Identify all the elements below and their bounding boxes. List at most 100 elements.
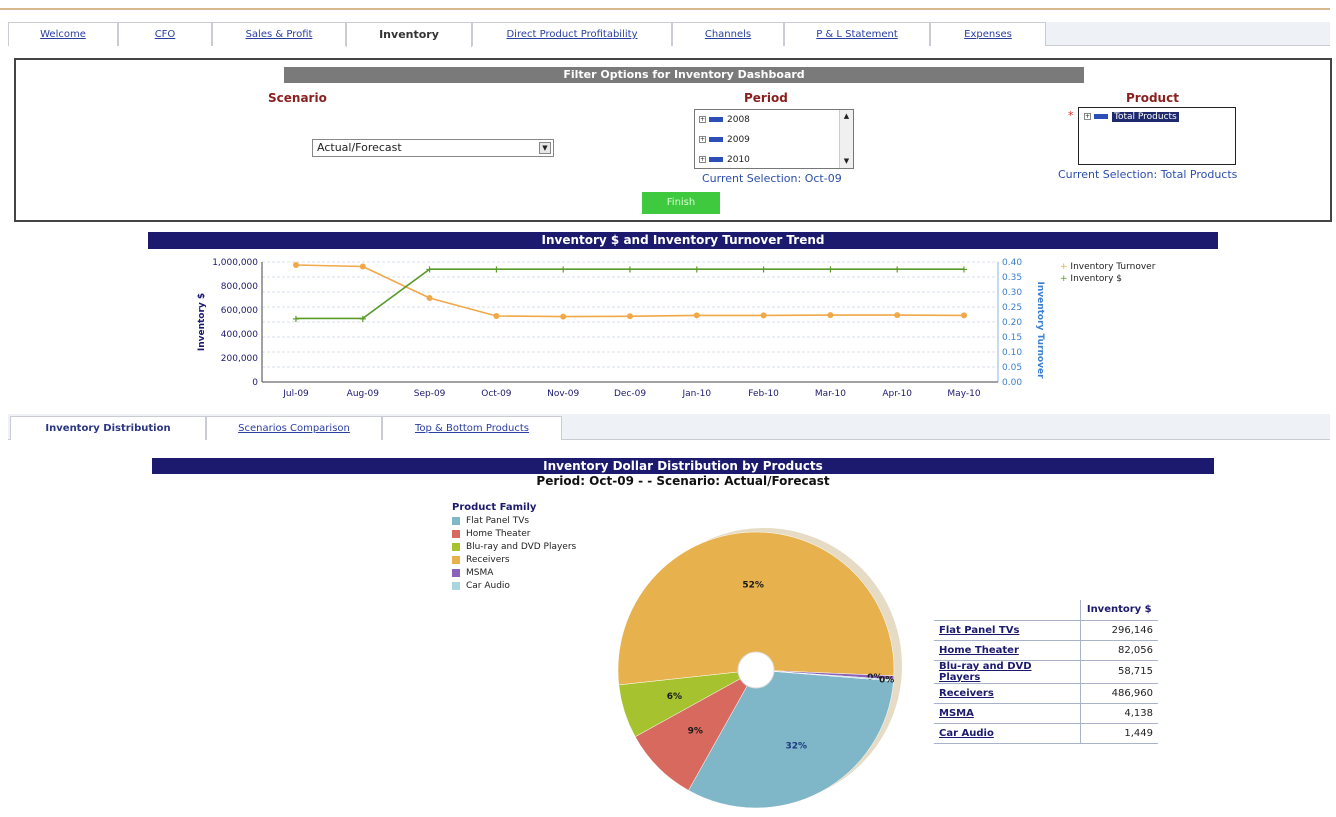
period-item-2009[interactable]: +2009: [699, 133, 750, 147]
table-row: MSMA 4,138: [934, 703, 1158, 724]
x-tick-label: Aug-09: [347, 389, 380, 399]
finish-button[interactable]: Finish: [642, 192, 720, 214]
tab-sales-profit[interactable]: Sales & Profit: [212, 22, 346, 46]
x-tick-label: May-10: [947, 389, 980, 399]
column-header-inventory: Inventory $: [1080, 600, 1158, 621]
tab-top-bottom-products[interactable]: Top & Bottom Products: [382, 416, 562, 440]
legend-swatch: [452, 568, 460, 577]
pie-label: 0%: [879, 676, 894, 686]
data-point: [426, 295, 433, 301]
row-value: 82,056: [1080, 640, 1158, 661]
y-tick-label: 0: [252, 378, 258, 388]
table-row: Flat Panel TVs 296,146: [934, 620, 1158, 641]
tab-direct-product-profitability[interactable]: Direct Product Profitability: [472, 22, 672, 46]
pie-label: 6%: [667, 692, 682, 702]
filter-panel-title: Filter Options for Inventory Dashboard: [284, 67, 1084, 83]
legend-swatch: [452, 529, 460, 538]
inventory-table: Inventory $ Flat Panel TVs 296,146 Home T…: [934, 600, 1158, 744]
period-item-2010[interactable]: +2010: [699, 153, 750, 167]
data-point: +: [559, 265, 567, 276]
row-link-car-audio[interactable]: Car Audio: [934, 723, 1081, 744]
member-icon: [1094, 114, 1108, 119]
scroll-down-icon[interactable]: ▼: [841, 156, 852, 166]
period-scrollbar[interactable]: ▲ ▼: [839, 110, 853, 168]
member-icon: [709, 157, 723, 162]
tab-welcome[interactable]: Welcome: [8, 22, 118, 46]
data-point: [827, 312, 834, 319]
scenario-select[interactable]: Actual/Forecast ▼: [312, 139, 554, 157]
legend-item: Blu-ray and DVD Players: [452, 541, 576, 554]
expand-icon[interactable]: +: [699, 116, 706, 123]
tab-cfo[interactable]: CFO: [118, 22, 212, 46]
y2-tick-label: 0.05: [1002, 363, 1022, 373]
data-point: [961, 312, 967, 319]
data-point: +: [960, 265, 968, 276]
period-listbox[interactable]: +2008 +2009 +2010 ▲ ▼: [694, 109, 854, 169]
expand-icon[interactable]: +: [1084, 113, 1091, 120]
legend-swatch: [452, 581, 460, 590]
y-tick-label: 400,000: [221, 330, 258, 340]
tab-scenarios-comparison[interactable]: Scenarios Comparison: [206, 416, 382, 440]
x-tick-label: Feb-10: [748, 389, 779, 399]
pie-legend: Product Family Flat Panel TVs Home Theat…: [452, 502, 576, 593]
product-item-total[interactable]: + Total Products: [1084, 112, 1179, 122]
product-tree[interactable]: + Total Products: [1078, 107, 1236, 165]
table-row: Receivers 486,960: [934, 683, 1158, 704]
main-tab-bar: Welcome CFO Sales & Profit Inventory Dir…: [8, 22, 1330, 47]
tab-inventory[interactable]: Inventory: [346, 22, 472, 47]
chevron-down-icon[interactable]: ▼: [539, 142, 551, 154]
expand-icon[interactable]: +: [699, 136, 706, 143]
legend-item-inventory: + Inventory $: [1060, 274, 1122, 284]
row-link-msma[interactable]: MSMA: [934, 703, 1081, 724]
table-row: Car Audio 1,449: [934, 723, 1158, 744]
y-tick-label: 600,000: [221, 306, 258, 316]
row-link-blu-ray-dvd[interactable]: Blu-ray and DVD Players: [934, 660, 1081, 684]
tab-channels[interactable]: Channels: [672, 22, 784, 46]
trend-chart: 0.00 0.05 0.10 0.15 0.20 0.25 0.30 0.35 0.40 0 200…: [197, 258, 1045, 399]
data-point: +: [359, 314, 367, 325]
pie-label: 32%: [785, 741, 807, 751]
legend-swatch: [452, 555, 460, 564]
expand-icon[interactable]: +: [699, 156, 706, 163]
distribution-subtitle: Period: Oct-09 - - Scenario: Actual/Fore…: [536, 474, 830, 488]
trend-legend: + Inventory Turnover + Inventory $: [1060, 261, 1155, 285]
data-point: [359, 263, 366, 270]
x-tick-label: Nov-09: [547, 389, 579, 399]
data-point: [894, 312, 901, 319]
data-point: +: [693, 265, 701, 276]
top-divider: [0, 8, 1330, 10]
row-link-flat-panel-tvs[interactable]: Flat Panel TVs: [934, 620, 1081, 641]
y2-tick-label: 0.30: [1002, 288, 1022, 298]
row-value: 58,715: [1080, 660, 1158, 684]
sub-tab-bar: Inventory Distribution Scenarios Compari…: [8, 414, 1330, 440]
y2-tick-label: 0.20: [1002, 318, 1022, 328]
scroll-up-icon[interactable]: ▲: [841, 111, 852, 121]
tab-inventory-distribution[interactable]: Inventory Distribution: [10, 416, 206, 440]
data-point: +: [292, 314, 300, 325]
filter-panel: Filter Options for Inventory Dashboard S…: [14, 58, 1332, 222]
product-current-selection: Current Selection: Total Products: [1058, 168, 1238, 181]
y2-tick-label: 0.10: [1002, 348, 1022, 358]
data-point: +: [626, 265, 634, 276]
row-link-receivers[interactable]: Receivers: [934, 683, 1081, 704]
pie-label: 9%: [688, 726, 703, 736]
pie-label: 52%: [742, 580, 764, 590]
y-axis-title: Inventory $: [197, 293, 207, 351]
legend-swatch: [452, 516, 460, 525]
tab-expenses[interactable]: Expenses: [930, 22, 1046, 46]
x-tick-label: Mar-10: [815, 389, 846, 399]
distribution-pie-chart: 32%9%6%52%0%0%: [617, 528, 902, 809]
x-tick-label: Apr-10: [882, 389, 912, 399]
data-point: [693, 312, 700, 319]
tab-pl-statement[interactable]: P & L Statement: [784, 22, 930, 46]
legend-item: Receivers: [452, 554, 576, 567]
period-item-2008[interactable]: +2008: [699, 113, 750, 127]
legend-marker: +: [1060, 274, 1068, 284]
legend-title: Product Family: [452, 502, 537, 513]
data-point: +: [425, 265, 433, 276]
y2-tick-label: 0.40: [1002, 258, 1022, 268]
row-link-home-theater[interactable]: Home Theater: [934, 640, 1081, 661]
trend-chart-title: Inventory $ and Inventory Turnover Trend: [148, 232, 1218, 249]
row-value: 4,138: [1080, 703, 1158, 724]
y2-tick-label: 0.15: [1002, 333, 1022, 343]
